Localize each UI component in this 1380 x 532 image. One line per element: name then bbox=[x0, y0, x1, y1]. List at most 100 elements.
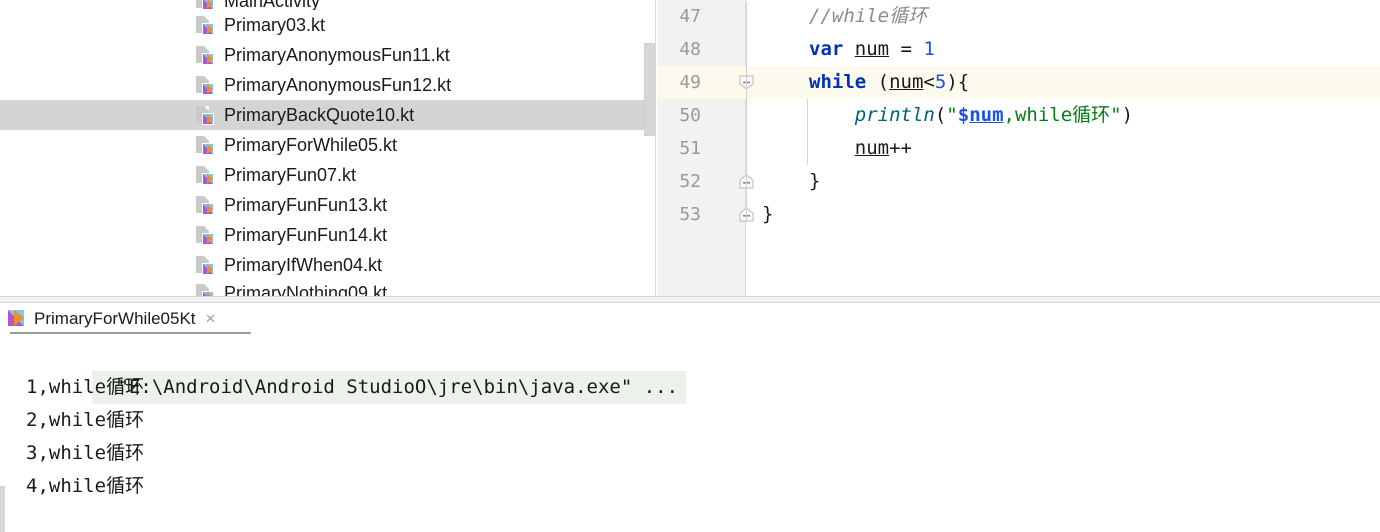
line-number: 53 bbox=[679, 204, 701, 225]
tree-row[interactable]: PrimaryFun07.kt bbox=[0, 160, 656, 190]
code-line[interactable]: 48 var num = 1 bbox=[657, 33, 1380, 66]
console-tab-bar: PrimaryForWhile05Kt × bbox=[0, 303, 1380, 334]
kotlin-file-icon bbox=[196, 105, 214, 125]
code-token: ( bbox=[866, 71, 890, 93]
code-token: while bbox=[809, 71, 867, 93]
code-token: } bbox=[809, 170, 821, 192]
tree-row-label: PrimaryFunFun14.kt bbox=[224, 225, 388, 245]
code-line[interactable]: 49 while (num<5){ bbox=[657, 66, 1380, 99]
console-tab-label: PrimaryForWhile05Kt bbox=[34, 308, 196, 328]
code-token: ) bbox=[1121, 104, 1134, 126]
kotlin-file-icon bbox=[196, 15, 214, 35]
code-token: $ bbox=[957, 104, 970, 126]
code-token: < bbox=[923, 71, 935, 93]
line-number: 47 bbox=[679, 6, 701, 27]
code-token: ( bbox=[934, 104, 947, 126]
kotlin-file-icon bbox=[196, 135, 214, 155]
tree-row[interactable]: PrimaryBackQuote10.kt bbox=[0, 100, 656, 130]
tree-row-label: PrimaryIfWhen04.kt bbox=[224, 255, 383, 275]
tree-row[interactable]: PrimaryAnonymousFun12.kt bbox=[0, 70, 656, 100]
kotlin-file-icon bbox=[196, 225, 214, 245]
kotlin-file-icon bbox=[196, 75, 214, 95]
console-output-line: 2,while循环 bbox=[26, 409, 145, 431]
tree-row-label: PrimaryNothing09.kt bbox=[224, 283, 388, 296]
code-text: //while循环 bbox=[809, 0, 927, 33]
console-command-line: "E:\Android\Android StudioO\jre\bin\java… bbox=[0, 338, 1380, 404]
fold-connector-line bbox=[746, 2, 747, 222]
kotlin-file-icon bbox=[196, 165, 214, 185]
console-vertical-scrollbar-thumb[interactable] bbox=[0, 486, 5, 532]
tree-row-label: MainActivity bbox=[224, 0, 321, 10]
code-token: " bbox=[946, 104, 958, 126]
code-token: = bbox=[889, 38, 924, 60]
code-text: num++ bbox=[809, 132, 912, 165]
code-token: //while循环 bbox=[809, 5, 928, 27]
code-token: ++ bbox=[889, 137, 912, 159]
tree-row[interactable]: PrimaryAnonymousFun11.kt bbox=[0, 40, 656, 70]
code-token: 5 bbox=[934, 71, 947, 93]
code-line[interactable]: 51 num++ bbox=[657, 132, 1380, 165]
tree-row-label: PrimaryAnonymousFun12.kt bbox=[224, 75, 452, 95]
kotlin-file-icon bbox=[196, 255, 214, 275]
tree-row-label: PrimaryForWhile05.kt bbox=[224, 135, 398, 155]
kotlin-file-icon bbox=[196, 0, 214, 10]
tree-row[interactable]: Primary03.kt bbox=[0, 10, 656, 40]
console-tab-primaryforwhile05kt[interactable]: PrimaryForWhile05Kt × bbox=[8, 303, 221, 334]
line-number: 51 bbox=[679, 138, 701, 159]
kotlin-logo-icon bbox=[8, 310, 25, 327]
code-text: } bbox=[762, 198, 773, 231]
code-line[interactable]: 50 println("$num,while循环") bbox=[657, 99, 1380, 132]
tree-row-label: PrimaryFunFun13.kt bbox=[224, 195, 388, 215]
code-line[interactable]: 47 //while循环 bbox=[657, 0, 1380, 33]
code-line[interactable]: 53} bbox=[657, 198, 1380, 231]
code-token: num bbox=[889, 71, 924, 93]
code-text: println("$num,while循环") bbox=[809, 99, 1133, 132]
tree-row-label: PrimaryFun07.kt bbox=[224, 165, 357, 185]
line-number: 52 bbox=[679, 171, 701, 192]
tree-row[interactable]: PrimaryFunFun14.kt bbox=[0, 220, 656, 250]
close-icon[interactable]: × bbox=[206, 310, 216, 327]
line-number: 50 bbox=[679, 105, 701, 126]
line-number: 48 bbox=[679, 39, 701, 60]
tree-editor-divider bbox=[655, 0, 656, 296]
tree-row-label: PrimaryBackQuote10.kt bbox=[224, 105, 415, 125]
code-token: num bbox=[854, 38, 890, 60]
kotlin-file-icon bbox=[196, 283, 214, 296]
code-line[interactable]: 52} bbox=[657, 165, 1380, 198]
line-number: 49 bbox=[679, 72, 701, 93]
tree-scrollbar-thumb[interactable] bbox=[644, 43, 655, 136]
console-output-lines: 1,while循环 2,while循环 3,while循环 4,while循环 bbox=[0, 371, 1380, 503]
code-text: var num = 1 bbox=[809, 33, 935, 66]
tree-row[interactable]: PrimaryFunFun13.kt bbox=[0, 190, 656, 220]
project-file-tree[interactable]: MainActivity Primary03.kt PrimaryAnonymous… bbox=[0, 0, 656, 296]
editor-code-lines[interactable]: 47//while循环 48 var num = 1 49 while (num<5){… bbox=[657, 0, 1380, 231]
tree-row-label: Primary03.kt bbox=[224, 15, 326, 35]
code-editor[interactable]: 47//while循环 48 var num = 1 49 while (num<5){… bbox=[657, 0, 1380, 296]
code-token: num bbox=[854, 137, 890, 159]
indent-guide bbox=[807, 99, 808, 165]
code-text: } bbox=[809, 165, 820, 198]
code-token: num bbox=[969, 104, 1004, 126]
run-console: PrimaryForWhile05Kt × "E:\Android\Androi… bbox=[0, 303, 1380, 532]
tree-row[interactable]: PrimaryForWhile05.kt bbox=[0, 130, 656, 160]
code-text: while (num<5){ bbox=[809, 66, 969, 99]
horizontal-splitter[interactable] bbox=[0, 296, 1380, 303]
kotlin-file-icon bbox=[196, 45, 214, 65]
code-token: 1 bbox=[923, 38, 935, 60]
tree-row-label: PrimaryAnonymousFun11.kt bbox=[224, 45, 450, 65]
top-area: MainActivity Primary03.kt PrimaryAnonymous… bbox=[0, 0, 1380, 296]
kotlin-file-icon bbox=[196, 195, 214, 215]
console-output-line: 3,while循环 bbox=[26, 442, 145, 464]
tree-row[interactable]: PrimaryNothing09.kt bbox=[0, 280, 656, 296]
tree-row[interactable]: MainActivity bbox=[0, 0, 656, 10]
code-token: ,while循环" bbox=[1003, 104, 1122, 126]
code-token: ){ bbox=[946, 71, 970, 93]
code-token: } bbox=[762, 203, 774, 225]
console-output-line: 4,while循环 bbox=[26, 475, 145, 497]
console-output[interactable]: "E:\Android\Android StudioO\jre\bin\java… bbox=[0, 334, 1380, 532]
code-token: println bbox=[854, 104, 935, 126]
tree-row[interactable]: PrimaryIfWhen04.kt bbox=[0, 250, 656, 280]
